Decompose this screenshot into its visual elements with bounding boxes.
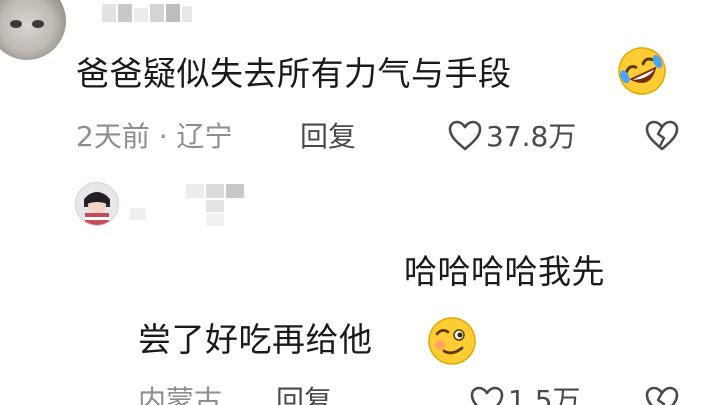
rolling-laughing-emoji-icon [618,47,666,95]
reply-text-line-2: 尝了好吃再给他 [138,320,373,359]
replier-username-redacted[interactable] [130,184,250,228]
comment-text: 爸爸疑似失去所有力气与手段 [76,54,512,93]
reply-text-line-1: 哈哈哈哈我先 [404,252,605,291]
like-heart-icon[interactable] [448,120,482,152]
reply-like-count: 1.5万 [508,384,581,405]
commenter-username-redacted[interactable] [102,4,192,26]
reply-like-heart-icon[interactable] [470,386,504,405]
comment-thread: 爸爸疑似失去所有力气与手段 2天前 · 辽宁 回复 37.8万 哈哈哈哈我先 尝… [0,0,720,405]
reply-meta: 内蒙古 [138,384,223,405]
reply-reply-button[interactable]: 回复 [276,384,332,405]
reply-button[interactable]: 回复 [300,120,356,154]
like-count: 37.8万 [486,120,577,153]
replier-avatar[interactable] [75,182,119,226]
woozy-face-emoji-icon [428,317,476,365]
reply-dislike-broken-heart-icon[interactable] [645,386,679,405]
commenter-avatar[interactable] [0,0,66,60]
dislike-broken-heart-icon[interactable] [645,120,679,152]
comment-meta: 2天前 · 辽宁 [76,120,233,153]
